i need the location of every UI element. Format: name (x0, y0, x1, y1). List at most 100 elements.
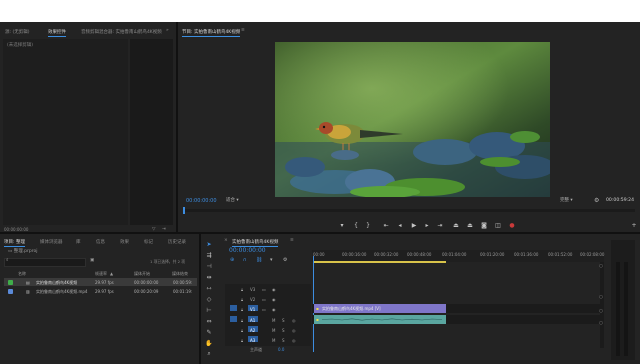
lock-icon[interactable]: 🔒︎ (241, 307, 243, 312)
track-label-v3[interactable]: V3 (250, 287, 255, 292)
eye-icon[interactable]: ◉ (272, 307, 276, 312)
tab-project[interactable]: 项目: 整理 (4, 239, 25, 247)
zoom-handle-icon[interactable]: ○ (599, 295, 603, 301)
tab-program[interactable]: 节目: 实拍鲁南山鹤鸟4K视频 (182, 29, 241, 37)
program-scrub-bar[interactable] (183, 209, 635, 212)
add-marker-icon[interactable]: ▾ (270, 258, 273, 263)
col-media-start[interactable]: 媒体开始 (134, 271, 150, 277)
lock-icon[interactable]: 🔒︎ (241, 287, 243, 292)
tab-source[interactable]: 源: (无剪辑) (5, 29, 29, 35)
col-media-end[interactable]: 媒体结束 (172, 271, 188, 277)
mute-icon[interactable]: M (272, 328, 275, 333)
compare-icon[interactable]: ◫ (494, 222, 502, 229)
settings-wrench-icon[interactable]: ⚙ (283, 258, 287, 263)
pen-icon[interactable]: ✎ (205, 328, 213, 336)
fit-label: 适合 (226, 198, 235, 203)
step-forward-icon[interactable]: ▸ (423, 222, 431, 229)
master-volume-value[interactable]: 0.0 (278, 347, 284, 352)
mic-icon[interactable]: ◎ (292, 328, 296, 333)
track-label-v1[interactable]: V1 (250, 307, 255, 312)
snap-icon[interactable]: ∩ (243, 258, 247, 263)
rolling-edit-icon[interactable]: ⇹ (205, 273, 213, 281)
linked-selection-icon[interactable]: ⛓ (256, 258, 262, 263)
zoom-handle-icon[interactable]: ○ (599, 321, 603, 327)
track-label-a2[interactable]: A2 (250, 328, 255, 333)
timeline-timecode[interactable]: 00:00:00:00 (229, 248, 266, 254)
ripple-edit-icon[interactable]: ⊣ (205, 262, 213, 270)
fit-dropdown[interactable]: 适合 ▾ (226, 198, 239, 204)
rate-stretch-icon[interactable]: ⇿ (205, 284, 213, 292)
lock-icon[interactable]: 🔒︎ (241, 318, 243, 323)
tab-audio-mixer[interactable]: 音频剪辑混合器: 实拍鲁南山鹤鸟4K视频 (81, 29, 162, 35)
tab-effects[interactable]: 效果 (120, 239, 129, 245)
go-to-out-icon[interactable]: ⇥ (436, 222, 444, 229)
program-timecode[interactable]: 00:00:00:00 (186, 199, 217, 204)
add-button-icon[interactable]: + (630, 222, 638, 229)
wrench-icon[interactable]: ⚙ (594, 198, 599, 204)
lock-icon[interactable]: 🔒︎ (241, 338, 243, 343)
marker-icon[interactable]: ▾ (338, 222, 346, 229)
sync-icon[interactable]: ▭ (262, 307, 266, 312)
program-playhead[interactable] (183, 207, 185, 214)
go-to-in-icon[interactable]: ⇤ (382, 222, 390, 229)
col-name[interactable]: 名称 (18, 271, 26, 277)
sync-icon[interactable]: ▭ (262, 297, 266, 302)
play-icon[interactable]: ▶ (410, 222, 418, 229)
source-patch-a1[interactable] (230, 316, 237, 322)
zoom-handle-icon[interactable]: ○ (599, 264, 603, 270)
col-framerate[interactable]: 帧速率 (95, 271, 107, 277)
timeline-close-icon[interactable]: × (224, 238, 228, 244)
timeline-scrollbar[interactable] (600, 262, 604, 348)
mute-icon[interactable]: M (272, 338, 275, 343)
mark-in-icon[interactable]: { (352, 222, 360, 229)
lock-icon[interactable]: 🔒︎ (241, 328, 243, 333)
slip-icon[interactable]: ⊢ (205, 306, 213, 314)
camera-icon[interactable]: ◙ (480, 222, 488, 229)
slide-icon[interactable]: ⇔ (205, 317, 213, 325)
new-bin-icon[interactable]: ▣ (90, 258, 94, 264)
track-label-a3[interactable]: A3 (250, 338, 255, 343)
table-row[interactable]: ▥ 实拍鲁南山鹤鸟4K视频.mp4 29.97 fps 00:00:20:09 … (4, 287, 197, 295)
track-label-v2[interactable]: V2 (250, 297, 255, 302)
mute-icon[interactable]: M (272, 318, 275, 323)
razor-icon[interactable]: ◇ (205, 295, 213, 303)
table-row[interactable]: ▤ 实拍鲁南山鹤鸟4K视频 29.97 fps 00:00:00:00 00:0… (4, 278, 197, 286)
record-icon[interactable]: ● (508, 222, 516, 229)
solo-icon[interactable]: S (282, 328, 285, 333)
mic-icon[interactable]: ◎ (292, 318, 296, 323)
work-area-bar[interactable] (314, 261, 446, 263)
timeline-menu-icon[interactable]: ≡ (290, 238, 294, 244)
panel-menu-icon[interactable]: » (166, 28, 169, 34)
solo-icon[interactable]: S (282, 338, 285, 343)
zoom-handle-icon[interactable]: ○ (599, 309, 603, 315)
eye-icon[interactable]: ◉ (272, 287, 276, 292)
source-patch-v1[interactable] (230, 305, 237, 311)
nest-icon[interactable]: ⊕ (230, 258, 234, 263)
tab-info[interactable]: 信息 (96, 239, 105, 245)
step-back-icon[interactable]: ◂ (396, 222, 404, 229)
solo-icon[interactable]: S (282, 318, 285, 323)
lift-icon[interactable]: ⏏ (452, 222, 460, 229)
hand-icon[interactable]: ✋ (205, 339, 213, 347)
track-select-icon[interactable]: ⇶ (205, 251, 213, 259)
video-clip[interactable]: ▪ 实拍鲁南山鹤鸟4K视频.mp4 [V] (314, 304, 446, 313)
tab-history[interactable]: 历史记录 (168, 239, 186, 245)
tab-effect-controls[interactable]: 效果控件 (48, 29, 66, 37)
audio-clip[interactable]: ▪ (314, 315, 446, 324)
project-search-input[interactable] (4, 258, 86, 267)
track-label-a1[interactable]: A1 (250, 318, 255, 323)
program-menu-icon[interactable]: ≡ (241, 28, 245, 34)
tab-libraries[interactable]: 库 (76, 239, 81, 245)
quality-dropdown[interactable]: 完整 ▾ (560, 198, 573, 204)
extract-icon[interactable]: ⏏ (466, 222, 474, 229)
mark-out-icon[interactable]: } (364, 222, 372, 229)
mic-icon[interactable]: ◎ (292, 338, 296, 343)
sync-icon[interactable]: ▭ (262, 287, 266, 292)
selection-tool-icon[interactable]: ➤ (205, 240, 213, 248)
tab-timeline-sequence[interactable]: 实拍鲁南山鹤鸟4K视频 (232, 239, 279, 247)
tab-media-browser[interactable]: 媒体浏览器 (40, 239, 63, 245)
zoom-icon[interactable]: ⌕ (205, 350, 213, 358)
lock-icon[interactable]: 🔒︎ (241, 297, 243, 302)
eye-icon[interactable]: ◉ (272, 297, 276, 302)
tab-markers[interactable]: 标记 (144, 239, 153, 245)
